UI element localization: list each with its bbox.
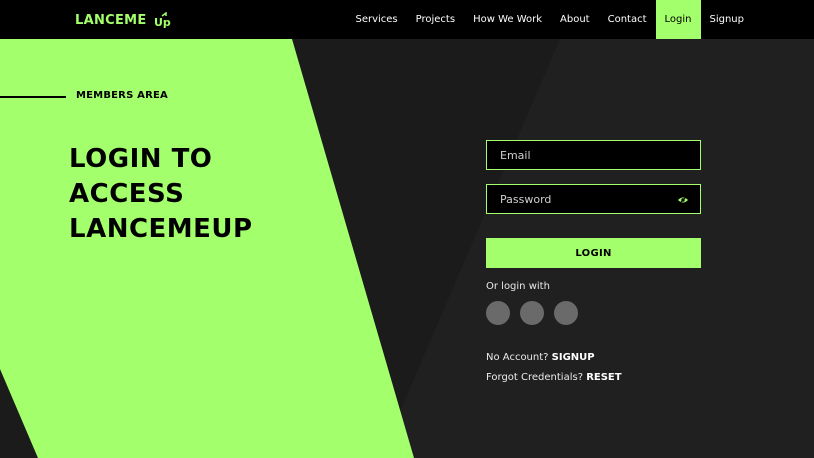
social-login-icon[interactable] bbox=[520, 301, 544, 325]
eye-icon[interactable] bbox=[677, 194, 689, 206]
password-input[interactable] bbox=[500, 192, 670, 206]
signup-link[interactable]: SIGNUP bbox=[552, 352, 595, 363]
nav-services[interactable]: Services bbox=[346, 0, 406, 39]
login-button[interactable]: LOGIN bbox=[486, 238, 701, 268]
brand-name: LANCEME bbox=[75, 12, 147, 28]
nav-signup[interactable]: Signup bbox=[701, 0, 754, 39]
headline-line-3: LANCEMEUP bbox=[69, 214, 253, 244]
nav-login[interactable]: Login bbox=[655, 0, 701, 39]
page-title: LOGIN TO ACCESS LANCEMEUP bbox=[69, 142, 329, 247]
password-field-wrapper bbox=[486, 184, 701, 214]
headline-line-1: LOGIN TO bbox=[69, 144, 213, 174]
svg-text:Up: Up bbox=[154, 16, 171, 28]
email-input[interactable] bbox=[500, 148, 670, 162]
social-login-icon[interactable] bbox=[486, 301, 510, 325]
nav-how-we-work[interactable]: How We Work bbox=[464, 0, 551, 39]
forgot-credentials-text: Forgot Credentials? bbox=[486, 372, 584, 383]
brand-mark: Up bbox=[153, 12, 171, 28]
nav-contact[interactable]: Contact bbox=[599, 0, 656, 39]
reset-link[interactable]: RESET bbox=[586, 372, 621, 383]
social-login-label: Or login with bbox=[486, 281, 550, 292]
brand-logo[interactable]: LANCEME Up bbox=[75, 10, 171, 30]
top-navbar: LANCEME Up Services Projects How We Work… bbox=[0, 0, 814, 39]
email-field-wrapper bbox=[486, 140, 701, 170]
no-account-row: No Account? SIGNUP bbox=[486, 352, 595, 363]
nav-about[interactable]: About bbox=[551, 0, 599, 39]
eyebrow-label: MEMBERS AREA bbox=[76, 90, 168, 101]
no-account-text: No Account? bbox=[486, 352, 549, 363]
social-login-icon[interactable] bbox=[554, 301, 578, 325]
eyebrow-divider bbox=[0, 96, 66, 98]
nav-projects[interactable]: Projects bbox=[407, 0, 464, 39]
main-nav: Services Projects How We Work About Cont… bbox=[346, 0, 753, 39]
forgot-credentials-row: Forgot Credentials? RESET bbox=[486, 372, 622, 383]
headline-line-2: ACCESS bbox=[69, 179, 185, 209]
